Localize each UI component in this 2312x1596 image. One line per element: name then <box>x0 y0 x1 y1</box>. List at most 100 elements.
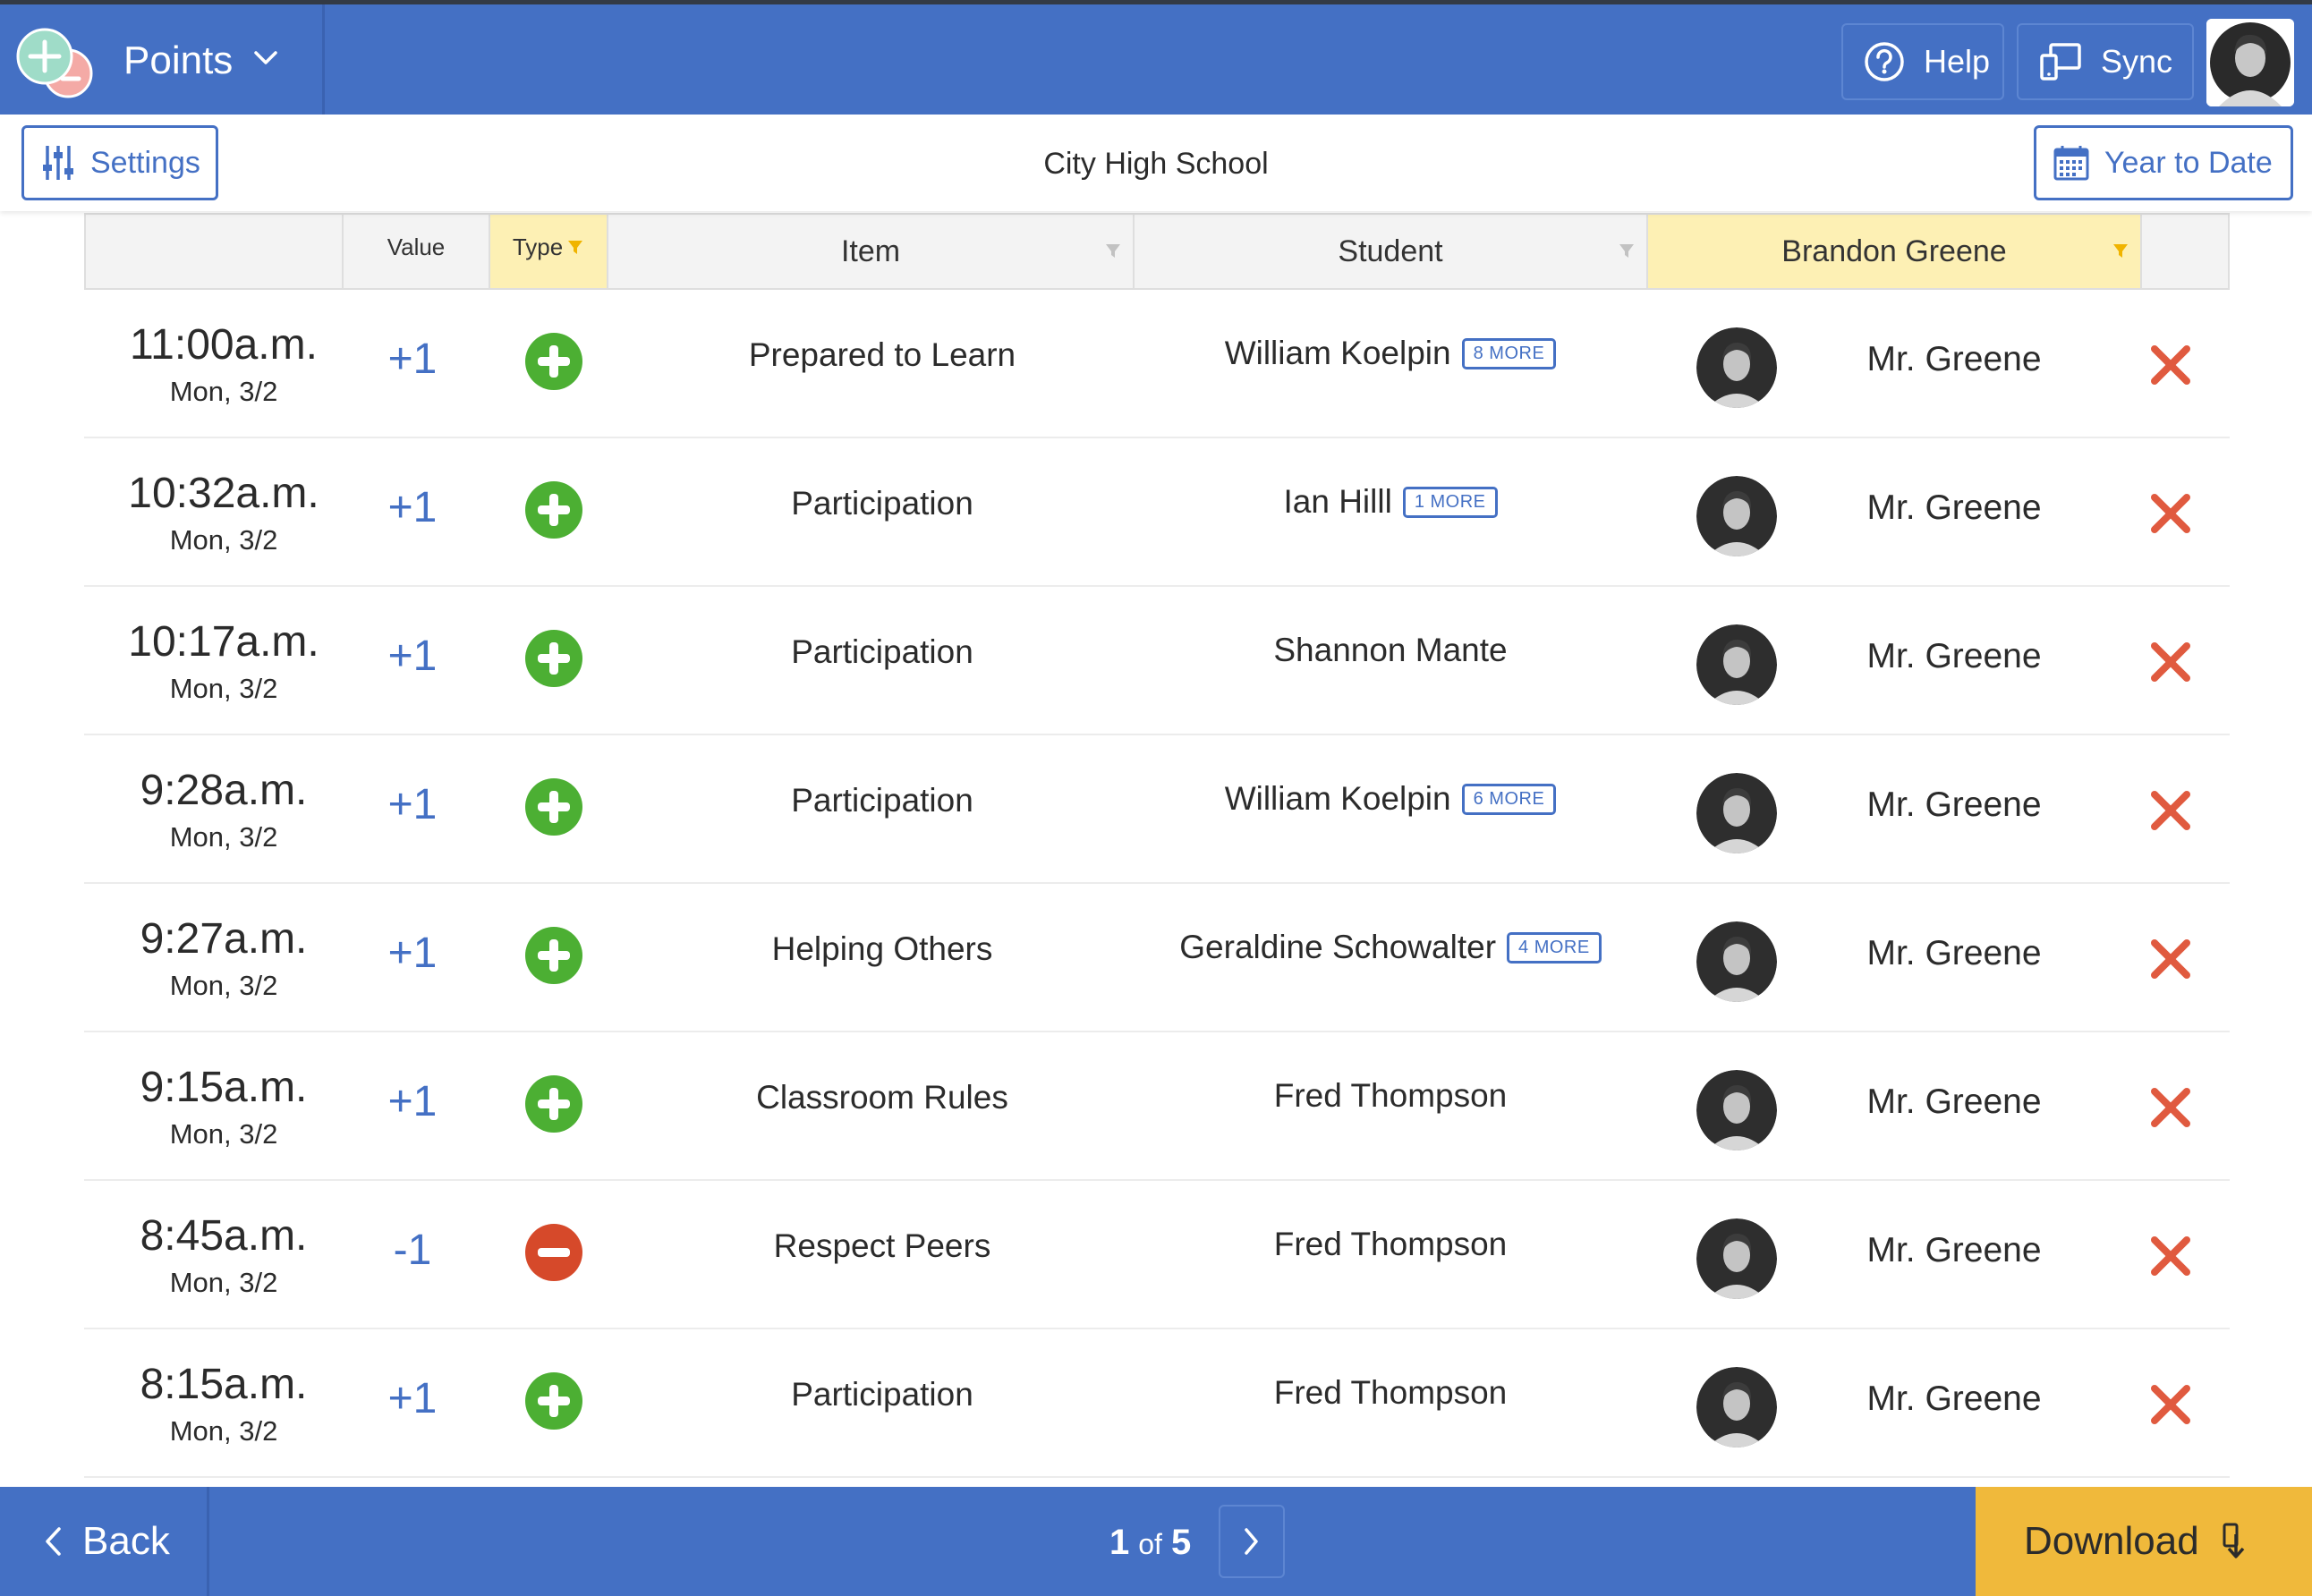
row-value: +1 <box>387 632 438 680</box>
table-row: 10:32a.m. Mon, 3/2 +1 Participation Ian … <box>84 438 2230 587</box>
staff-avatar <box>1696 624 1777 705</box>
staff-avatar-image <box>1696 624 1777 705</box>
row-item: Participation <box>791 485 973 522</box>
row-item: Classroom Rules <box>756 1079 1008 1116</box>
student-name: Fred Thompson <box>1273 1374 1508 1411</box>
download-label: Download <box>2024 1519 2199 1563</box>
filter-icon[interactable] <box>1618 242 1636 259</box>
row-item: Participation <box>791 633 973 670</box>
staff-avatar <box>1696 327 1777 408</box>
row-time: 8:15a.m. <box>140 1361 308 1408</box>
row-student: Shannon Mante <box>1131 632 1650 669</box>
pagination: 1 of 5 <box>1109 1523 1191 1563</box>
row-date: Mon, 3/2 <box>169 970 278 1001</box>
row-student: William Koelpin 8 MORE <box>1131 335 1650 372</box>
row-staff: Mr. Greene <box>1866 1082 2042 1121</box>
help-button[interactable]: Help <box>1841 23 2004 100</box>
sub-bar: Settings City High School Year to Date <box>0 115 2312 211</box>
table-row: 9:28a.m. Mon, 3/2 +1 Participation Willi… <box>84 735 2230 884</box>
plus-circle-icon <box>525 630 582 687</box>
row-staff: Mr. Greene <box>1866 934 2042 972</box>
delete-x-icon[interactable] <box>2147 936 2194 982</box>
delete-x-icon[interactable] <box>2147 787 2194 834</box>
row-time: 8:45a.m. <box>140 1212 308 1260</box>
staff-avatar <box>1696 476 1777 556</box>
row-date: Mon, 3/2 <box>169 524 278 556</box>
plus-circle-icon <box>525 778 582 836</box>
filter-icon-active[interactable] <box>2112 242 2129 259</box>
table-row: 9:15a.m. Mon, 3/2 +1 Classroom Rules Fre… <box>84 1032 2230 1181</box>
sync-label: Sync <box>2101 43 2173 80</box>
staff-avatar-image <box>1696 921 1777 1002</box>
staff-avatar <box>1696 1218 1777 1299</box>
row-time: 9:15a.m. <box>140 1064 308 1111</box>
date-range-button[interactable]: Year to Date <box>2034 125 2293 200</box>
row-date: Mon, 3/2 <box>169 1118 278 1150</box>
type-column-label: Type <box>512 233 564 260</box>
app-title: Points <box>123 38 234 82</box>
item-column-label: Item <box>840 233 901 268</box>
row-student: William Koelpin 6 MORE <box>1131 780 1650 818</box>
row-item: Participation <box>791 782 973 819</box>
more-students-badge[interactable]: 8 MORE <box>1461 337 1557 369</box>
row-value: +1 <box>387 781 438 828</box>
filter-icon[interactable] <box>1104 242 1122 259</box>
row-time: 10:32a.m. <box>128 470 319 517</box>
points-table-body: 11:00a.m. Mon, 3/2 +1 Prepared to Learn … <box>84 290 2230 1478</box>
row-date: Mon, 3/2 <box>169 1267 278 1298</box>
page-total: 5 <box>1170 1523 1192 1562</box>
divider <box>322 4 325 115</box>
row-student: Ian Hilll 1 MORE <box>1131 483 1650 521</box>
more-students-badge[interactable]: 1 MORE <box>1402 486 1498 518</box>
row-item: Prepared to Learn <box>748 336 1016 373</box>
student-name: Geraldine Schowalter <box>1179 929 1497 965</box>
next-page-button[interactable] <box>1219 1505 1285 1578</box>
staff-avatar <box>1696 1367 1777 1447</box>
more-students-badge[interactable]: 6 MORE <box>1461 783 1557 815</box>
staff-avatar <box>1696 1070 1777 1150</box>
student-column-header[interactable]: Student <box>1135 215 1648 288</box>
download-button[interactable]: Download <box>1976 1487 2312 1596</box>
row-staff: Mr. Greene <box>1866 340 2042 378</box>
staff-avatar-image <box>1696 1218 1777 1299</box>
staff-column-label: Brandon Greene <box>1781 233 2007 268</box>
help-icon <box>1865 42 1904 81</box>
user-avatar-image <box>2206 19 2294 106</box>
table-row: 8:15a.m. Mon, 3/2 +1 Participation Fred … <box>84 1329 2230 1478</box>
app-switcher[interactable]: Points <box>0 4 324 115</box>
delete-x-icon[interactable] <box>2147 342 2194 388</box>
user-avatar[interactable] <box>2206 19 2294 106</box>
delete-x-icon[interactable] <box>2147 490 2194 537</box>
footer-bar: Back 1 of 5 Download <box>0 1487 2312 1596</box>
row-student: Fred Thompson <box>1131 1374 1650 1412</box>
sync-button[interactable]: Sync <box>2017 23 2194 100</box>
row-value: +1 <box>387 1375 438 1422</box>
row-date: Mon, 3/2 <box>169 1415 278 1447</box>
plus-circle-icon <box>525 481 582 539</box>
row-student: Geraldine Schowalter 4 MORE <box>1131 929 1650 966</box>
filter-icon-active[interactable] <box>566 238 584 256</box>
row-item: Respect Peers <box>773 1227 991 1264</box>
delete-x-icon[interactable] <box>2147 1381 2194 1428</box>
delete-x-icon[interactable] <box>2147 639 2194 685</box>
row-date: Mon, 3/2 <box>169 821 278 853</box>
delete-x-icon[interactable] <box>2147 1084 2194 1131</box>
more-students-badge[interactable]: 4 MORE <box>1507 931 1602 964</box>
type-column-header[interactable]: Type <box>490 215 608 288</box>
row-value: +1 <box>387 484 438 531</box>
staff-column-header[interactable]: Brandon Greene <box>1648 215 2142 288</box>
plus-circle-icon <box>525 1372 582 1430</box>
sync-devices-icon <box>2040 43 2081 81</box>
row-date: Mon, 3/2 <box>169 673 278 704</box>
delete-x-icon[interactable] <box>2147 1233 2194 1279</box>
date-range-label: Year to Date <box>2104 145 2273 180</box>
row-student: Fred Thompson <box>1131 1077 1650 1115</box>
item-column-header[interactable]: Item <box>608 215 1135 288</box>
row-staff: Mr. Greene <box>1866 637 2042 675</box>
row-staff: Mr. Greene <box>1866 488 2042 527</box>
back-button[interactable]: Back <box>0 1487 209 1596</box>
download-icon <box>2223 1523 2244 1558</box>
row-date: Mon, 3/2 <box>169 376 278 407</box>
staff-avatar-image <box>1696 327 1777 408</box>
staff-avatar <box>1696 921 1777 1002</box>
